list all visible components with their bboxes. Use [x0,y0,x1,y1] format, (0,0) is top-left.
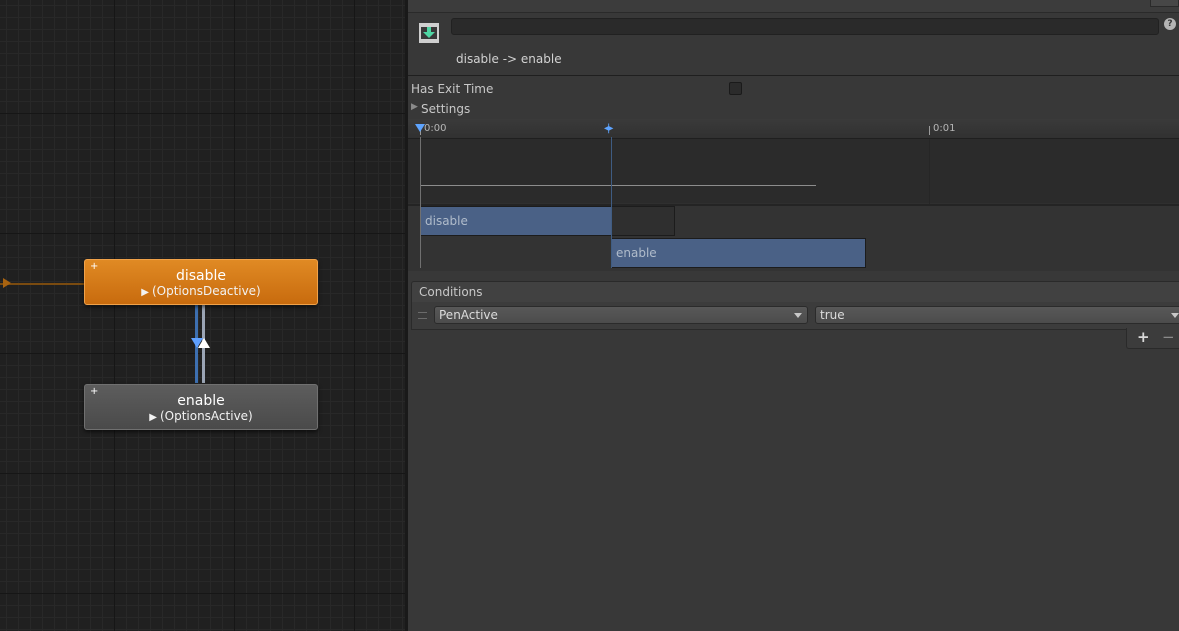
timeline-ruler[interactable]: 0:00 0:01 [408,119,1179,139]
chevron-down-icon [794,313,802,318]
state-motion-label: (OptionsDeactive) [151,284,261,298]
header-divider [408,75,1179,76]
condition-parameter-value: PenActive [439,308,498,322]
transition-end-marker[interactable] [611,137,612,268]
condition-parameter-dropdown[interactable]: PenActive [434,306,808,324]
help-icon[interactable]: ? [1164,18,1176,30]
conditions-list: PenActive true [411,302,1179,330]
state-plus-icon: + [90,261,99,272]
chevron-down-icon [1171,313,1179,318]
entry-arrow-icon [3,278,11,288]
drag-handle-icon[interactable] [418,312,427,319]
entry-transition-line [0,283,86,285]
inspector-panel: ? disable -> enable Has Exit Time ▶ Sett… [408,0,1179,631]
timeline-tracks: disable enable [408,204,1179,271]
conditions-header: Conditions [411,281,1179,303]
transition-name-field[interactable] [451,18,1159,35]
play-icon: ▶ [141,287,149,298]
settings-foldout-icon[interactable]: ▶ [411,102,418,112]
state-motion-label: (OptionsActive) [159,409,253,423]
ruler-tick [929,126,930,135]
settings-foldout[interactable]: Settings [421,102,470,116]
remove-condition-button[interactable]: − [1162,328,1175,346]
destination-clip-label: enable [616,246,657,260]
ruler-label-end: 0:01 [933,123,956,134]
transition-title: disable -> enable [456,52,562,66]
play-icon: ▶ [149,412,157,423]
state-node-disable[interactable]: + disable ▶ (OptionsDeactive) [84,259,318,305]
state-name: enable [177,393,225,409]
transition-icon [419,23,439,43]
transition-timeline[interactable]: 0:00 0:01 disable enable ◂|▸ [408,119,1179,271]
transition-arrow-up-icon [198,338,210,348]
inspector-top-strip [408,0,1179,13]
source-clip-label: disable [425,214,468,228]
ruler-label-start: 0:00 [424,123,447,134]
destination-clip-bar[interactable]: enable [611,238,866,268]
conditions-title: Conditions [419,285,483,299]
state-node-enable[interactable]: + enable ▶ (OptionsActive) [84,384,318,430]
start-handle-icon[interactable] [415,124,425,132]
animator-graph[interactable]: + disable ▶ (OptionsDeactive) + enable ▶(… [0,0,405,631]
condition-value-dropdown[interactable]: true [815,306,1179,324]
state-motion: ▶ (OptionsDeactive) [85,284,317,300]
source-clip-bar[interactable]: disable [420,206,675,236]
state-name: disable [175,268,227,284]
weight-curve [420,185,816,186]
timeline-curve-area [408,139,1179,203]
inspector-tab[interactable] [1150,0,1179,7]
has-exit-time-checkbox[interactable] [729,82,742,95]
transition-start-marker[interactable] [420,137,421,268]
duration-handle-icon[interactable]: ◂|▸ [604,124,614,134]
add-condition-button[interactable]: + [1137,328,1150,346]
conditions-buttons: + − [1126,328,1179,349]
has-exit-time-label: Has Exit Time [411,82,494,96]
condition-value: true [820,308,845,322]
state-motion: ▶ (OptionsActive) [85,409,317,425]
state-plus-icon: + [90,386,99,397]
